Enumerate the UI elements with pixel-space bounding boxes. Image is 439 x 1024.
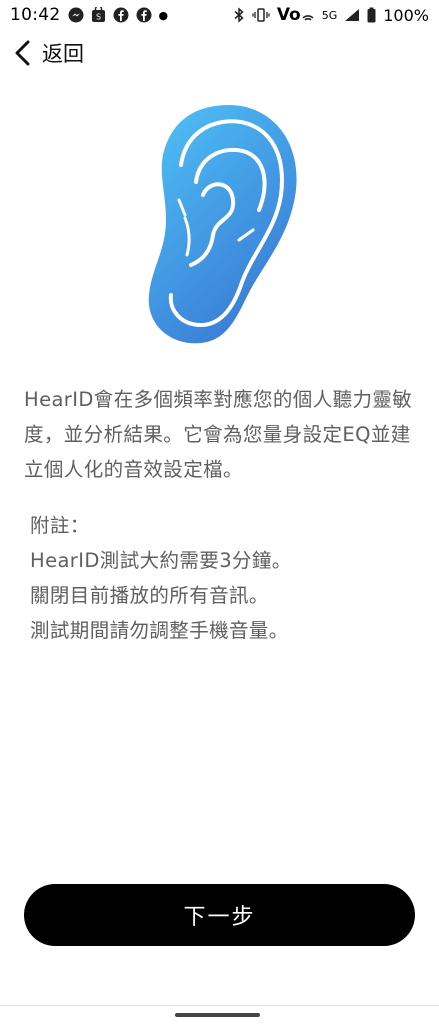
facebook-icon xyxy=(136,7,152,23)
status-time: 10:42 xyxy=(10,5,61,25)
next-step-button[interactable]: 下一步 xyxy=(24,884,415,946)
notes-heading: 附註： xyxy=(30,514,90,537)
messenger-icon xyxy=(68,7,84,23)
status-right: Vo 5G 100% xyxy=(233,5,429,25)
intro-description: HearID會在多個頻率對應您的個人聽力靈敏度，並分析結果。它會為您量身設定EQ… xyxy=(24,388,413,481)
note-line: 關閉目前播放的所有音訊。 xyxy=(30,584,269,607)
facebook-icon xyxy=(113,7,129,23)
battery-percent: 100% xyxy=(383,5,429,25)
volte-label: Vo xyxy=(276,5,301,25)
status-bar: 10:42 S ● Vo 5G 100% xyxy=(0,0,439,30)
vibrate-icon xyxy=(252,7,270,23)
svg-text:S: S xyxy=(95,13,100,22)
battery-icon xyxy=(367,7,376,23)
home-indicator[interactable] xyxy=(175,1013,260,1017)
shop-icon: S xyxy=(91,7,106,23)
volte-icon: Vo xyxy=(277,5,315,25)
network-label: 5G xyxy=(321,8,338,22)
back-button[interactable]: 返回 xyxy=(14,36,84,70)
dot-icon: ● xyxy=(158,8,169,22)
status-left: 10:42 S ● xyxy=(10,5,168,25)
note-line: 測試期間請勿調整手機音量。 xyxy=(30,619,289,642)
back-label: 返回 xyxy=(42,42,84,66)
bottom-divider xyxy=(0,1005,439,1006)
network-5g-icon: 5G xyxy=(322,9,338,22)
notes-section: 附註： HearID測試大約需要3分鐘。 關閉目前播放的所有音訊。 測試期間請勿… xyxy=(30,508,425,648)
note-line: HearID測試大約需要3分鐘。 xyxy=(30,549,292,572)
ear-illustration xyxy=(141,100,301,345)
bluetooth-icon xyxy=(233,7,245,23)
signal-icon xyxy=(344,8,360,22)
chevron-left-icon xyxy=(14,40,32,66)
